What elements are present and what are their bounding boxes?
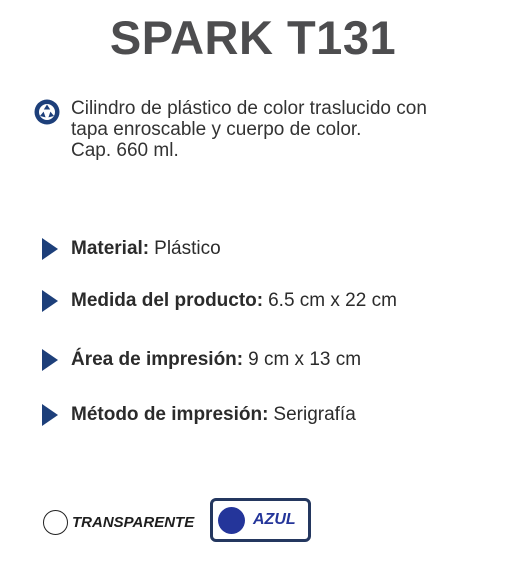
triangle-bullet-icon (42, 404, 58, 426)
color-option-transparente[interactable]: TRANSPARENTE (43, 508, 194, 536)
color-option-azul[interactable]: AZUL (210, 498, 311, 542)
product-title: SPARK T131 (109, 11, 397, 64)
spec-value: Serigrafía (273, 404, 356, 425)
spec-print-area: Área de impresión: 9 cm x 13 cm (42, 346, 361, 374)
spec-label: Material: (71, 238, 150, 259)
spec-label: Área de impresión: (71, 349, 244, 370)
recycle-icon (34, 99, 60, 125)
color-label: TRANSPARENTE (72, 513, 195, 531)
spec-value: 6.5 cm x 22 cm (268, 290, 397, 311)
description-line: tapa enroscable y cuerpo de color. (71, 119, 362, 140)
spec-value: 9 cm x 13 cm (248, 349, 362, 370)
spec-print-method: Método de impresión: Serigrafía (42, 401, 356, 429)
triangle-bullet-icon (42, 290, 58, 312)
color-swatch-transparent (43, 509, 68, 535)
description-line: Cilindro de plástico de color traslucido… (71, 98, 427, 119)
spec-product-size: Medida del producto: 6.5 cm x 22 cm (42, 287, 397, 315)
spec-value: Plástico (154, 238, 221, 259)
triangle-bullet-icon (42, 349, 58, 371)
color-swatch-blue (218, 506, 245, 534)
description-line: Cap. 660 ml. (71, 140, 179, 161)
spec-label: Medida del producto: (71, 290, 264, 311)
triangle-bullet-icon (42, 238, 58, 260)
spec-label: Método de impresión: (71, 404, 269, 425)
spec-material: Material: Plástico (42, 235, 221, 263)
description-text: Cilindro de plástico de color traslucido… (71, 98, 501, 161)
color-label: AZUL (253, 511, 296, 528)
color-options: TRANSPARENTE AZUL (43, 498, 343, 542)
